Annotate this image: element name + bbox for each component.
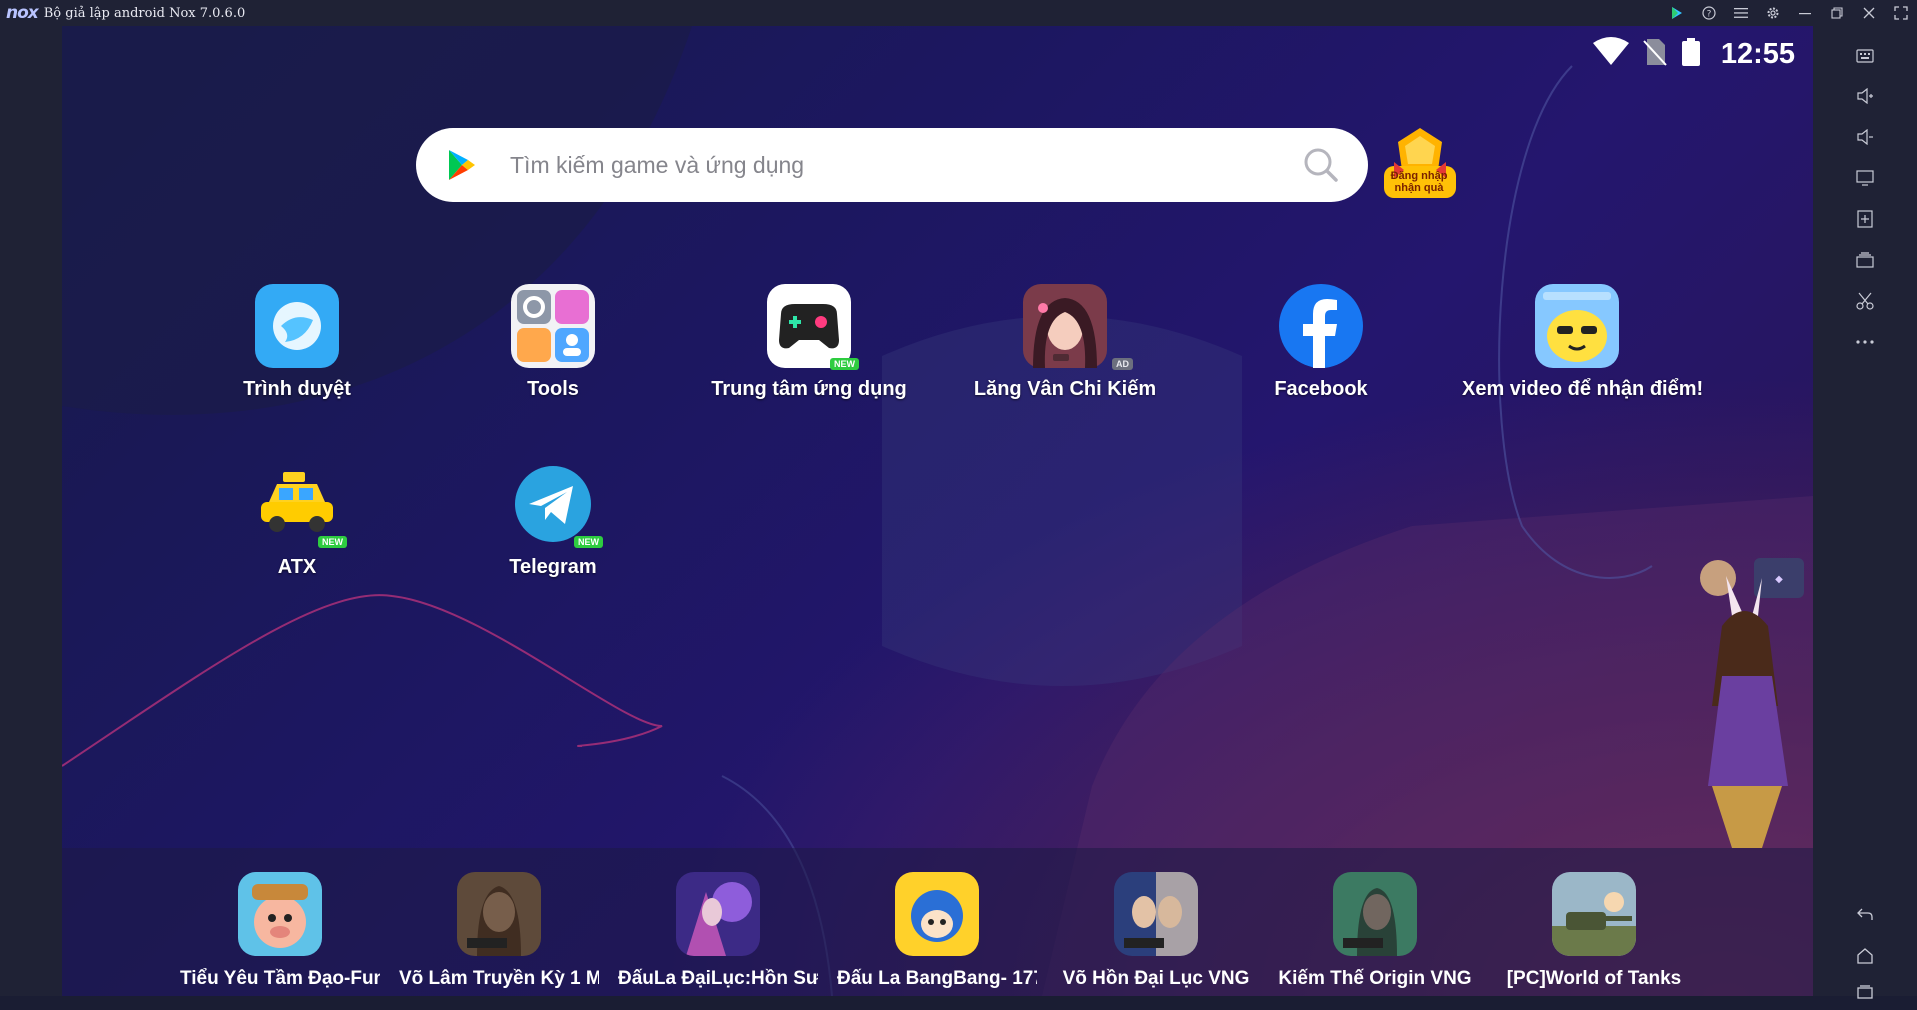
app-atx[interactable]: NEW ATX — [182, 462, 412, 579]
minimize-icon[interactable] — [1789, 0, 1821, 26]
back-icon[interactable] — [1813, 896, 1917, 932]
dock-app-label: Võ Hồn Đại Lục VNG — [1062, 968, 1250, 989]
volume-up-icon[interactable] — [1813, 78, 1917, 114]
nox-logo: nox — [6, 3, 39, 23]
emulator-toolbar — [1813, 26, 1917, 999]
game-icon — [1114, 872, 1198, 956]
dock-app[interactable]: Đấu La BangBang- 1777.. — [837, 872, 1037, 990]
dock-app[interactable]: Kiếm Thế Origin VNG — [1275, 872, 1475, 990]
game-icon — [238, 872, 322, 956]
dock-app-label: Kiếm Thế Origin VNG — [1278, 968, 1472, 989]
svg-text:?: ? — [1707, 10, 1712, 20]
dock-app-label: Đấu La BangBang- 1777.. — [837, 968, 1037, 989]
play-store-icon[interactable] — [1661, 0, 1693, 26]
clock: 12:55 — [1720, 37, 1795, 70]
fullscreen-icon[interactable] — [1885, 0, 1917, 26]
keyboard-icon[interactable] — [1813, 38, 1917, 74]
no-sim-icon — [1643, 37, 1667, 71]
game-icon — [1552, 872, 1636, 956]
app-browser[interactable]: Trình duyệt — [182, 284, 412, 401]
home-icon[interactable] — [1813, 938, 1917, 974]
menu-icon[interactable] — [1725, 0, 1757, 26]
game-icon — [895, 872, 979, 956]
app-center-icon: NEW — [767, 284, 859, 370]
svg-text:◆: ◆ — [1775, 574, 1783, 585]
new-badge: NEW — [574, 536, 603, 548]
left-frame — [0, 26, 62, 996]
game-icon — [457, 872, 541, 956]
dock-app-label: ĐấuLa ĐạiLục:Hồn Sư Đ.. — [618, 968, 818, 989]
dock-app[interactable]: Tiểu Yêu Tầm Đạo-Funtap — [180, 872, 380, 990]
dock-app-label: Tiểu Yêu Tầm Đạo-Funtap — [180, 968, 380, 989]
new-badge: NEW — [830, 358, 859, 370]
video-reward-icon — [1535, 284, 1619, 368]
recent-apps-icon[interactable] — [1813, 974, 1917, 1010]
dock-app-label: Võ Lâm Truyền Kỳ 1 Mo.. — [399, 968, 599, 989]
app-telegram[interactable]: NEW Telegram — [438, 462, 668, 579]
app-label: Trung tâm ứng dụng — [711, 378, 907, 400]
settings-icon[interactable] — [1757, 0, 1789, 26]
app-label: Facebook — [1274, 378, 1368, 400]
game-icon — [1333, 872, 1417, 956]
game-icon — [676, 872, 760, 956]
close-icon[interactable] — [1853, 0, 1885, 26]
play-store-logo-icon — [444, 148, 478, 182]
app-app-center[interactable]: NEW Trung tâm ứng dụng — [694, 284, 924, 401]
scissors-icon[interactable] — [1813, 283, 1917, 319]
app-label: ATX — [277, 556, 317, 578]
app-tools[interactable]: Tools — [438, 284, 668, 401]
dock-app[interactable]: [PC]World of Tanks — [1494, 872, 1694, 990]
battery-icon — [1681, 37, 1701, 71]
help-icon[interactable]: ? — [1693, 0, 1725, 26]
dock-app-label: [PC]World of Tanks — [1506, 968, 1682, 989]
telegram-icon: NEW — [511, 462, 603, 548]
app-game-ad[interactable]: AD Lăng Vân Chi Kiếm — [950, 284, 1180, 401]
search-input[interactable] — [508, 150, 1272, 180]
browser-icon — [255, 284, 339, 368]
dock-app[interactable]: ĐấuLa ĐạiLục:Hồn Sư Đ.. — [618, 872, 818, 990]
login-reward-button[interactable]: Đăng nhập nhận quà — [1380, 126, 1460, 202]
multi-instance-icon[interactable] — [1813, 242, 1917, 278]
recommended-games-dock: Tiểu Yêu Tầm Đạo-Funtap Võ Lâm Truyền Kỳ… — [62, 848, 1813, 996]
reward-text: Đăng nhập nhận quà — [1390, 170, 1448, 194]
facebook-icon — [1279, 284, 1363, 368]
wifi-icon — [1592, 37, 1629, 71]
app-label: Xem video để nhận điểm! — [1462, 378, 1704, 400]
add-apk-icon[interactable] — [1813, 201, 1917, 237]
app-label: Lăng Vân Chi Kiếm — [973, 378, 1157, 400]
taxi-icon: NEW — [255, 462, 347, 548]
more-icon[interactable] — [1813, 324, 1917, 360]
app-label: Trình duyệt — [243, 378, 351, 400]
promo-banner[interactable]: ◆ — [1692, 556, 1813, 848]
android-screen: 12:55 Đăng nhập nhận quà — [62, 26, 1813, 996]
app-label: Telegram — [509, 556, 597, 578]
dock-app[interactable]: Võ Hồn Đại Lục VNG — [1056, 872, 1256, 990]
app-video-reward[interactable]: Xem video để nhận điểm! — [1462, 284, 1704, 401]
app-label: Tools — [527, 378, 579, 400]
dock-app[interactable]: Võ Lâm Truyền Kỳ 1 Mo.. — [399, 872, 599, 990]
volume-down-icon[interactable] — [1813, 119, 1917, 155]
ad-badge: AD — [1112, 358, 1133, 370]
window-title: Bộ giả lập android Nox 7.0.6.0 — [43, 5, 246, 21]
game-icon: AD — [1023, 284, 1133, 370]
screen-icon[interactable] — [1813, 160, 1917, 196]
status-bar: 12:55 — [1592, 34, 1795, 74]
new-badge: NEW — [318, 536, 347, 548]
app-facebook[interactable]: Facebook — [1206, 284, 1436, 401]
search-icon[interactable] — [1302, 146, 1340, 188]
restore-icon[interactable] — [1821, 0, 1853, 26]
tools-icon — [511, 284, 595, 368]
title-bar: nox Bộ giả lập android Nox 7.0.6.0 ? — [0, 0, 1917, 26]
search-bar[interactable] — [416, 128, 1368, 202]
